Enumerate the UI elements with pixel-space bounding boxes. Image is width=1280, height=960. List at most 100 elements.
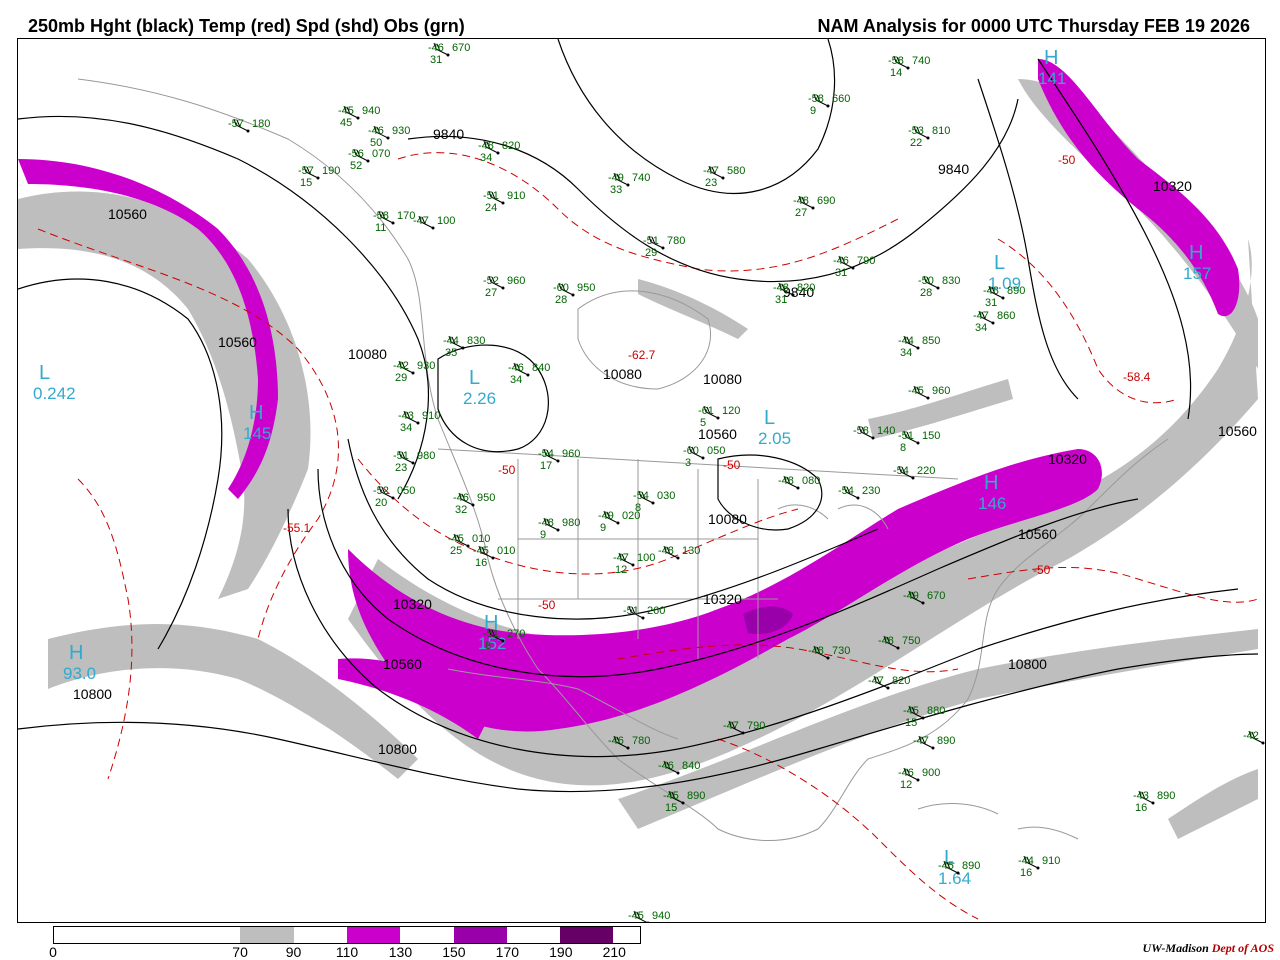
obs-height: 890 bbox=[687, 790, 705, 802]
height-label: 10800 bbox=[378, 741, 417, 757]
height-contour bbox=[407, 98, 1019, 283]
obs-height: 030 bbox=[657, 490, 675, 502]
obs-height: 820 bbox=[502, 140, 520, 152]
height-label: 10080 bbox=[348, 346, 387, 362]
obs-temp: -49 bbox=[903, 590, 919, 602]
obs-temp: -60 bbox=[683, 445, 699, 457]
obs-temp: -50 bbox=[918, 275, 934, 287]
obs-height: 150 bbox=[922, 430, 940, 442]
obs-height: 840 bbox=[532, 362, 550, 374]
obs-height: 190 bbox=[322, 165, 340, 177]
obs-temp: -45 bbox=[448, 533, 464, 545]
station-obs: -44 830 35 bbox=[443, 335, 485, 359]
legend-label: 130 bbox=[388, 944, 413, 960]
obs-height: 260 bbox=[647, 605, 665, 617]
system-letter: H bbox=[984, 472, 998, 494]
station-obs: -48 130 bbox=[658, 545, 700, 560]
obs-height: 860 bbox=[997, 310, 1015, 322]
temperature-label: -62.7 bbox=[628, 348, 656, 362]
system-letter: H bbox=[69, 642, 83, 664]
obs-dewpt: 29 bbox=[645, 247, 657, 259]
station-obs: -47 820 bbox=[868, 675, 910, 690]
height-label: 10320 bbox=[1153, 178, 1192, 194]
obs-temp: -48 bbox=[878, 635, 894, 647]
legend-label: 90 bbox=[285, 944, 302, 960]
obs-temp: -47 bbox=[723, 720, 739, 732]
obs-temp: -57 bbox=[228, 118, 244, 130]
height-contour bbox=[557, 39, 836, 194]
height-label: 10560 bbox=[218, 334, 257, 350]
obs-dewpt: 24 bbox=[485, 202, 497, 214]
station-obs: -47 100 12 bbox=[613, 552, 655, 576]
legend-label: 0 bbox=[49, 944, 57, 960]
obs-temp: -56 bbox=[348, 148, 364, 160]
station-obs: -58 740 14 bbox=[888, 55, 930, 79]
obs-dewpt: 16 bbox=[475, 557, 487, 569]
obs-dewpt: 14 bbox=[890, 67, 902, 79]
obs-temp: -47 bbox=[703, 165, 719, 177]
station-obs: -52 050 20 bbox=[373, 485, 415, 509]
obs-height: 080 bbox=[802, 475, 820, 487]
obs-height: 070 bbox=[372, 148, 390, 160]
obs-height: 910 bbox=[507, 190, 525, 202]
obs-dewpt: 5 bbox=[700, 417, 706, 429]
obs-dewpt: 22 bbox=[910, 137, 922, 149]
obs-temp: -51 bbox=[483, 190, 499, 202]
obs-height: 960 bbox=[932, 385, 950, 397]
legend-label: 150 bbox=[442, 944, 466, 960]
station-obs: -48 980 9 bbox=[538, 517, 580, 541]
system-value: 146 bbox=[978, 494, 1006, 513]
obs-height: 100 bbox=[437, 215, 455, 227]
obs-height: 010 bbox=[472, 533, 490, 545]
obs-temp: -58 bbox=[888, 55, 904, 67]
obs-height: 820 bbox=[797, 282, 815, 294]
height-label: 10080 bbox=[708, 511, 747, 527]
height-label: 10800 bbox=[73, 686, 112, 702]
temp-contour bbox=[997, 238, 1179, 404]
credit: UW-Madison Dept of AOS bbox=[1143, 941, 1274, 956]
height-label: 10560 bbox=[108, 206, 147, 222]
obs-height: 780 bbox=[632, 735, 650, 747]
obs-dewpt: 17 bbox=[540, 460, 552, 472]
speed-legend-labels: 0 70 90 110 130 150 170 190 210 bbox=[49, 944, 641, 960]
obs-height: 950 bbox=[577, 282, 595, 294]
station-obs: -45 960 bbox=[908, 385, 950, 400]
obs-height: 180 bbox=[252, 118, 270, 130]
obs-dewpt: 11 bbox=[375, 222, 386, 234]
map-title: 250mb Hght (black) Temp (red) Spd (shd) … bbox=[28, 16, 465, 36]
height-label: 10080 bbox=[703, 371, 742, 387]
obs-height: 790 bbox=[857, 255, 875, 267]
legend-swatch bbox=[506, 927, 561, 943]
obs-height: 130 bbox=[682, 545, 700, 557]
station-obs: -51 980 23 bbox=[393, 450, 435, 474]
obs-height: 980 bbox=[417, 450, 435, 462]
station-obs: -57 190 15 bbox=[298, 165, 340, 189]
obs-temp: -45 bbox=[938, 860, 954, 872]
jet-shade-gray-northeast bbox=[1018, 79, 1258, 369]
station-obs: -46 670 31 bbox=[428, 42, 470, 66]
obs-temp: -61 bbox=[698, 405, 714, 417]
obs-height: 950 bbox=[477, 492, 495, 504]
height-label: 10320 bbox=[393, 596, 432, 612]
obs-dewpt: 8 bbox=[635, 502, 641, 514]
legend-swatch bbox=[613, 927, 640, 943]
obs-temp: -48 bbox=[793, 195, 809, 207]
obs-temp: -54 bbox=[538, 448, 554, 460]
obs-dewpt: 27 bbox=[795, 207, 807, 219]
obs-dewpt: 31 bbox=[430, 54, 442, 66]
obs-temp: -47 bbox=[413, 215, 429, 227]
obs-temp: -53 bbox=[908, 125, 924, 137]
station-obs: -51 150 8 bbox=[898, 430, 940, 454]
obs-dewpt: 16 bbox=[1135, 802, 1147, 814]
obs-temp: -45 bbox=[473, 545, 489, 557]
station-obs: -53 810 22 bbox=[908, 125, 950, 149]
station-obs: -58 660 9 bbox=[808, 93, 850, 117]
station-obs: -44 850 34 bbox=[898, 335, 940, 359]
obs-temp: -45 bbox=[628, 910, 644, 922]
height-label: 10560 bbox=[383, 656, 422, 672]
obs-dewpt: 23 bbox=[705, 177, 717, 189]
obs-temp: -60 bbox=[553, 282, 569, 294]
height-label: 10800 bbox=[1008, 656, 1047, 672]
obs-height: 100 bbox=[637, 552, 655, 564]
obs-temp: -58 bbox=[808, 93, 824, 105]
